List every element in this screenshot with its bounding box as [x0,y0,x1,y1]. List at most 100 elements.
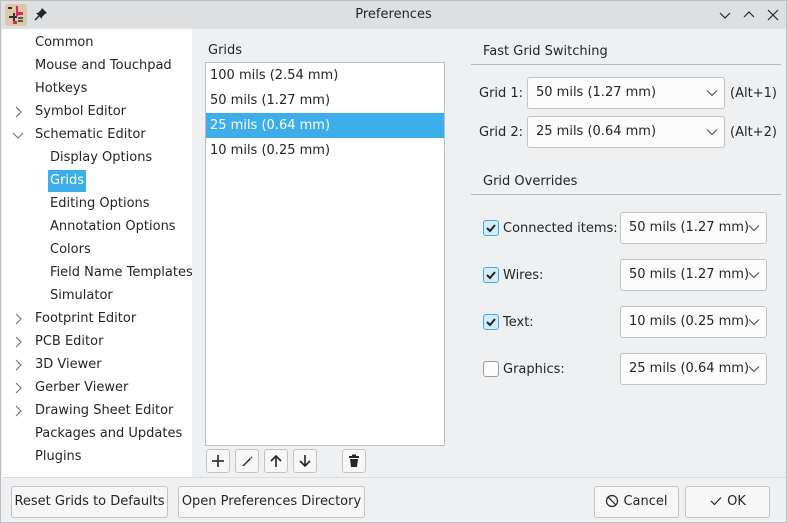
wires-grid-value: 50 mils (1.27 mm) [629,267,750,282]
grid-list-item[interactable]: 100 mils (2.54 mm) [206,63,444,88]
chevron-up-icon [743,11,755,18]
sidebar-item-label: Drawing Sheet Editor [35,403,174,418]
sidebar-item-label: Grids [48,170,87,192]
chevron-right-icon[interactable] [12,382,24,394]
sidebar-item-packages-and-updates[interactable]: Packages and Updates [33,423,184,445]
sidebar-item-label: Gerber Viewer [35,380,129,395]
chevron-right-icon[interactable] [12,405,24,417]
add-grid-button[interactable] [206,449,230,473]
reset-grids-button[interactable]: Reset Grids to Defaults [11,486,168,518]
sidebar-item-drawing-sheet-editor[interactable]: Drawing Sheet Editor [33,400,175,422]
cancel-button[interactable]: Cancel [594,486,679,518]
edit-grid-button[interactable] [235,449,259,473]
fast-grid-switching-title: Fast Grid Switching [483,44,608,59]
checkmark-icon [486,271,496,280]
grid1-shortcut: (Alt+1) [730,86,777,101]
sidebar-item-label: Colors [50,242,91,257]
preferences-tree[interactable]: Common Mouse and Touchpad Hotkeys Symbol Ed… [2,29,195,477]
graphics-grid-select[interactable]: 25 mils (0.64 mm) [620,353,767,385]
sidebar-item-label: Plugins [35,449,82,464]
checkmark-icon [710,496,722,505]
trash-icon [349,454,359,467]
close-icon [767,9,779,21]
connected-items-grid-value: 50 mils (1.27 mm) [629,220,750,235]
footer-divider [2,477,787,478]
sidebar-item-label: Hotkeys [35,81,88,96]
arrow-up-icon [270,454,282,467]
sidebar-item-label: Packages and Updates [35,426,183,441]
grid1-select[interactable]: 50 mils (1.27 mm) [527,77,725,109]
sidebar-item-schematic-editor[interactable]: Schematic Editor [33,124,148,146]
sidebar-item-annotation-options[interactable]: Annotation Options [48,216,178,238]
sidebar-item-3d-viewer[interactable]: 3D Viewer [33,354,104,376]
sidebar-item-colors[interactable]: Colors [48,239,93,261]
sidebar-item-plugins[interactable]: Plugins [33,446,84,468]
pencil-icon [242,456,253,466]
chevron-right-icon[interactable] [12,336,24,348]
sidebar-item-common[interactable]: Common [33,32,96,54]
grid2-label: Grid 2: [479,125,524,140]
text-grid-select[interactable]: 10 mils (0.25 mm) [620,306,767,338]
ok-button[interactable]: OK [685,486,770,518]
chevron-right-icon[interactable] [12,106,24,118]
sidebar-item-pcb-editor[interactable]: PCB Editor [33,331,105,353]
graphics-grid-value: 25 mils (0.64 mm) [629,361,750,376]
ok-label: OK [727,494,746,509]
sidebar-item-editing-options[interactable]: Editing Options [48,193,152,215]
plus-icon [212,455,224,467]
text-label: Text: [503,315,534,330]
wires-grid-select[interactable]: 50 mils (1.27 mm) [620,259,767,291]
grid2-shortcut: (Alt+2) [730,125,777,140]
sidebar-item-symbol-editor[interactable]: Symbol Editor [33,101,128,123]
sidebar-item-label: Simulator [50,288,113,303]
move-up-button[interactable] [264,449,288,473]
arrow-down-icon [299,455,311,468]
grid2-value: 25 mils (0.64 mm) [536,124,657,139]
grids-list[interactable]: 100 mils (2.54 mm) 50 mils (1.27 mm) 25 mi… [205,62,445,446]
graphics-checkbox[interactable] [483,361,499,377]
maximize-button[interactable] [741,7,757,23]
sidebar-item-label: Schematic Editor [35,127,146,142]
sidebar-item-label: Annotation Options [50,219,176,234]
text-checkbox[interactable] [483,314,499,330]
sidebar-item-field-name-templates[interactable]: Field Name Templates [48,262,195,284]
sidebar-item-label: Field Name Templates [50,265,193,280]
grid2-select[interactable]: 25 mils (0.64 mm) [527,116,725,148]
chevron-down-icon [748,319,760,326]
sidebar-item-footprint-editor[interactable]: Footprint Editor [33,308,138,330]
move-down-button[interactable] [293,449,317,473]
connected-items-grid-select[interactable]: 50 mils (1.27 mm) [620,212,767,244]
sidebar-item-gerber-viewer[interactable]: Gerber Viewer [33,377,130,399]
sidebar-item-label: Common [35,35,94,50]
grids-label: Grids [208,43,243,58]
chevron-down-icon[interactable] [12,129,24,141]
chevron-down-icon [748,225,760,232]
open-preferences-directory-button[interactable]: Open Preferences Directory [178,486,365,518]
chevron-right-icon[interactable] [12,359,24,371]
graphics-label: Graphics: [503,362,565,377]
grid-list-item[interactable]: 10 mils (0.25 mm) [206,138,444,163]
chevron-right-icon[interactable] [12,313,24,325]
sidebar-item-simulator[interactable]: Simulator [48,285,115,307]
wires-label: Wires: [503,268,544,283]
sidebar-item-hotkeys[interactable]: Hotkeys [33,78,89,100]
grid-overrides-title: Grid Overrides [483,174,578,189]
chevron-down-icon [706,90,718,97]
text-grid-value: 10 mils (0.25 mm) [629,314,750,329]
sidebar-item-label: Footprint Editor [35,311,137,326]
checkmark-icon [486,318,496,327]
grid-list-item[interactable]: 25 mils (0.64 mm) [206,113,444,138]
delete-grid-button[interactable] [342,449,366,473]
grid-list-item[interactable]: 50 mils (1.27 mm) [206,88,444,113]
chevron-down-icon [748,272,760,279]
section-divider [471,64,781,65]
minimize-button[interactable] [717,7,733,23]
sidebar-item-grids[interactable]: Grids [48,170,87,192]
grid1-label: Grid 1: [479,86,524,101]
close-button[interactable] [765,7,781,23]
connected-items-checkbox[interactable] [483,220,499,236]
sidebar-item-display-options[interactable]: Display Options [48,147,154,169]
sidebar-item-mouse-and-touchpad[interactable]: Mouse and Touchpad [33,55,174,77]
wires-checkbox[interactable] [483,267,499,283]
section-divider [471,194,781,195]
